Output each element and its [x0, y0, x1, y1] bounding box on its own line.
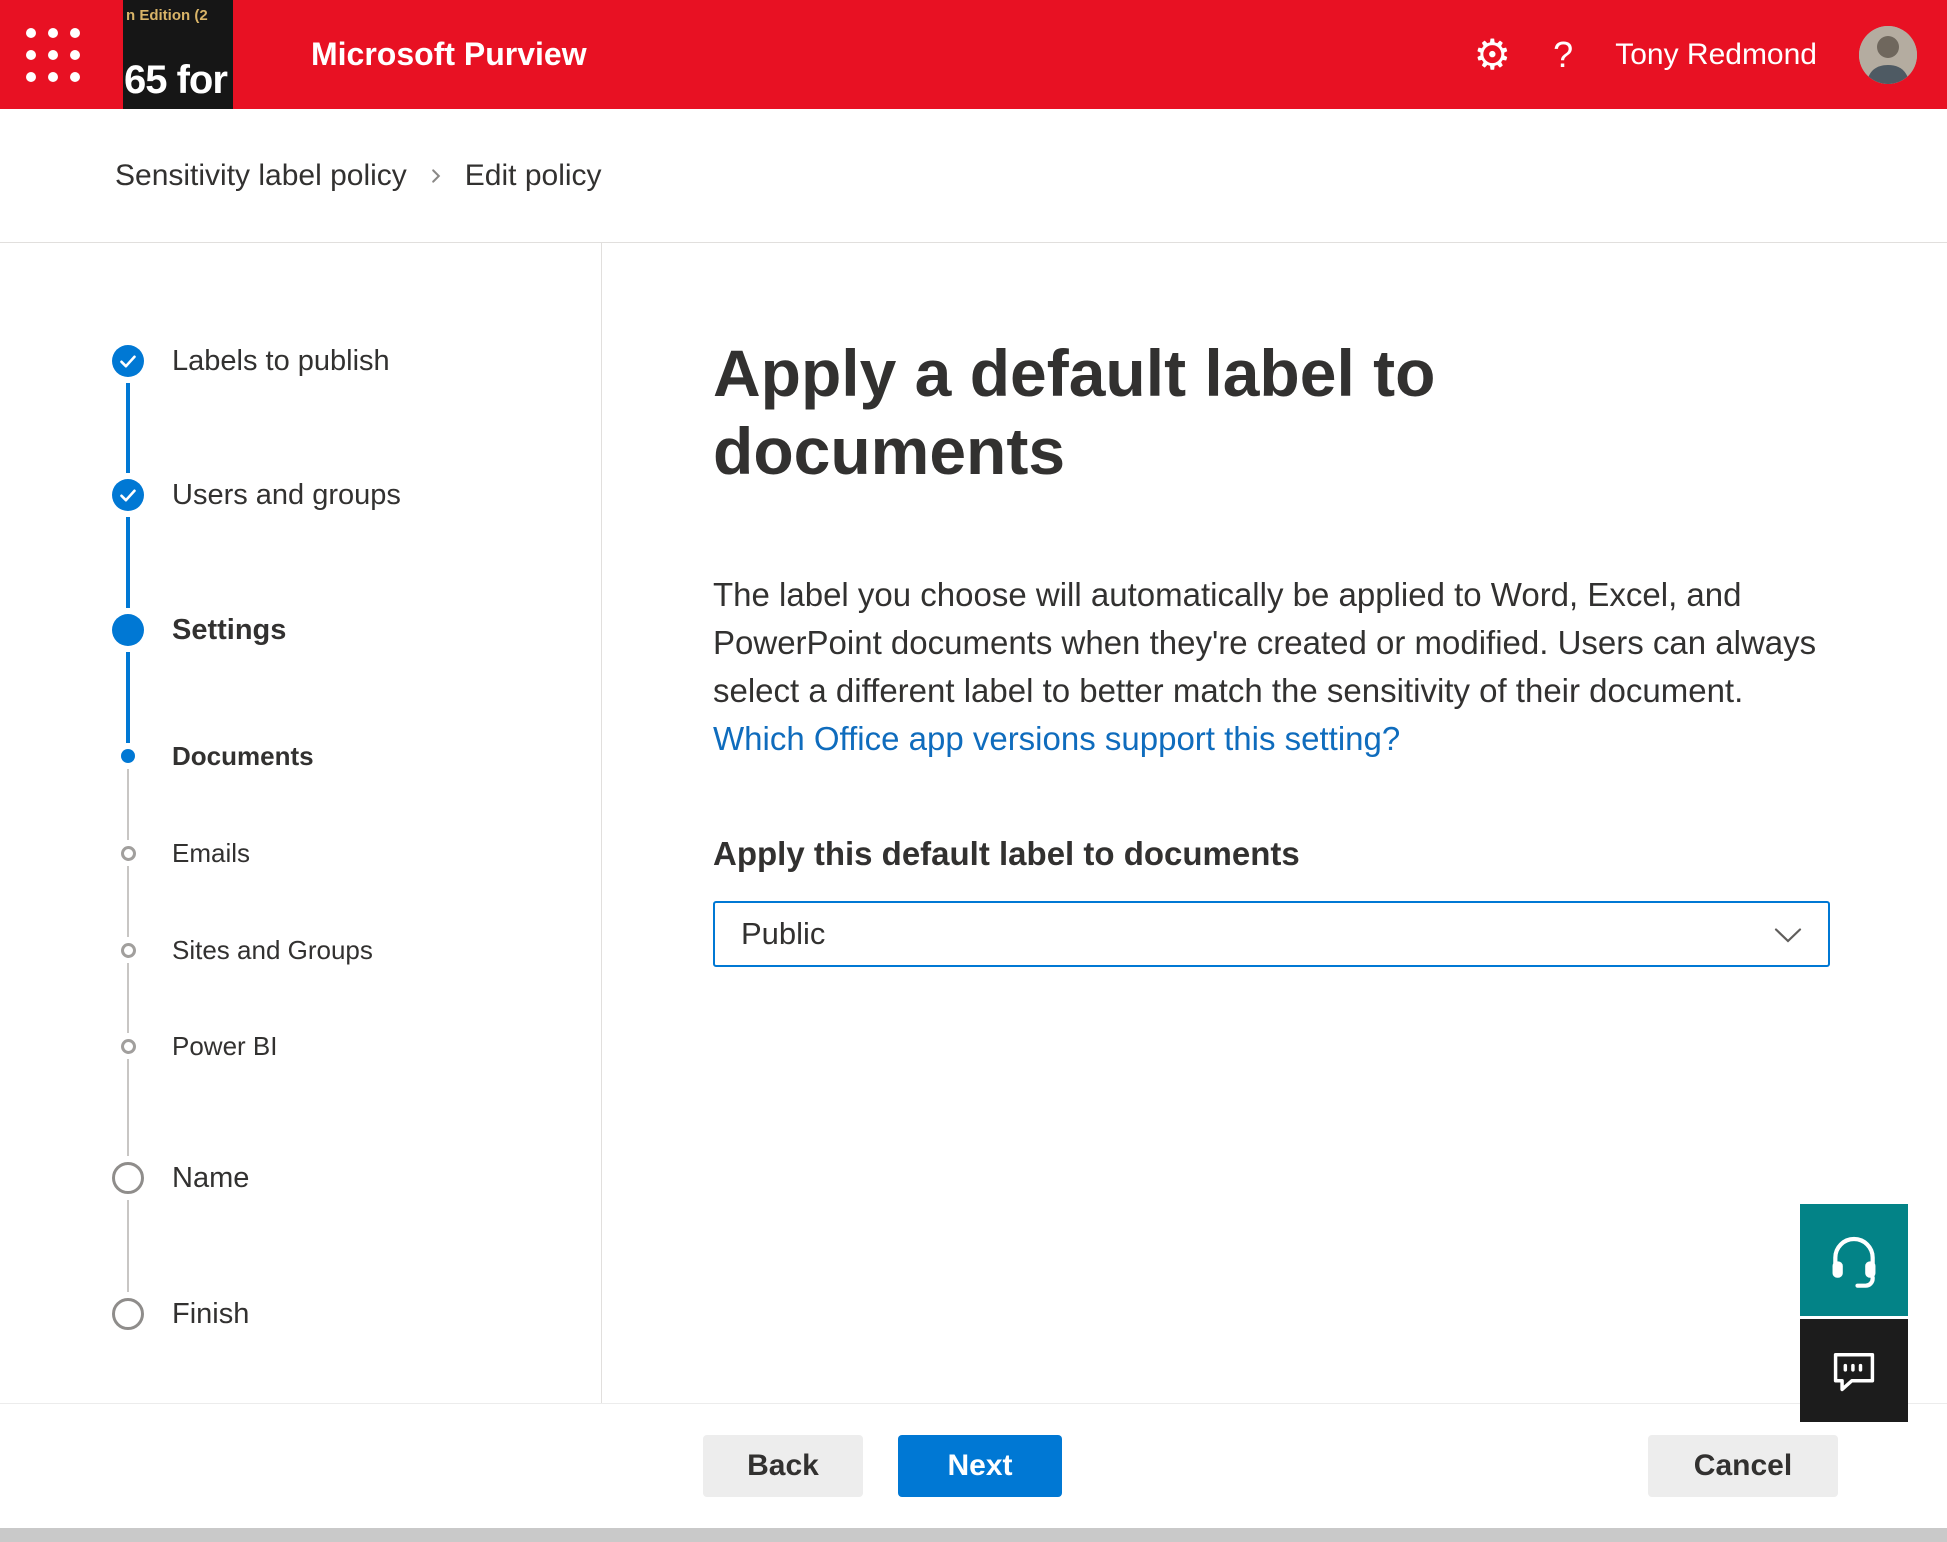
- connector-pending: [127, 963, 129, 1033]
- step-name[interactable]: Name: [111, 1161, 249, 1195]
- floating-help-widgets: [1800, 1204, 1908, 1422]
- breadcrumb-sensitivity-label-policy[interactable]: Sensitivity label policy: [115, 159, 407, 193]
- org-logo-text-top: n Edition (2: [126, 7, 208, 24]
- feedback-button[interactable]: [1800, 1319, 1908, 1422]
- settings-gear-icon[interactable]: ⚙: [1474, 34, 1512, 76]
- org-logo-text-main: 65 for: [124, 58, 227, 103]
- current-step-circle-icon: [111, 613, 145, 647]
- connector-complete: [126, 517, 130, 608]
- app-launcher-button[interactable]: [25, 0, 81, 109]
- breadcrumb-edit-policy: Edit policy: [465, 159, 602, 193]
- help-icon[interactable]: ?: [1553, 37, 1573, 73]
- step-label: Power BI: [172, 1031, 278, 1062]
- feedback-chat-icon: [1828, 1345, 1880, 1397]
- pending-step-circle-icon: [111, 1161, 145, 1195]
- step-label: Documents: [172, 741, 314, 772]
- top-bar-actions: ⚙ ? Tony Redmond: [1474, 26, 1947, 84]
- completed-step-check-icon: [111, 478, 145, 512]
- step-label: Emails: [172, 838, 250, 869]
- step-label: Labels to publish: [172, 345, 390, 378]
- org-logo[interactable]: n Edition (2 65 for: [123, 0, 233, 109]
- main-panel: Apply a default label to documents The l…: [602, 243, 1947, 1404]
- wizard-stepper: Labels to publish Users and groups Setti…: [0, 243, 602, 1404]
- step-emails[interactable]: Emails: [111, 836, 250, 870]
- step-users-and-groups[interactable]: Users and groups: [111, 478, 401, 512]
- step-label: Sites and Groups: [172, 935, 373, 966]
- current-substep-dot-icon: [111, 739, 145, 773]
- app-title: Microsoft Purview: [311, 36, 587, 73]
- step-finish[interactable]: Finish: [111, 1297, 249, 1331]
- default-label-dropdown[interactable]: Public: [713, 901, 1830, 967]
- back-button[interactable]: Back: [703, 1435, 863, 1497]
- step-sites-and-groups[interactable]: Sites and Groups: [111, 933, 373, 967]
- connector-pending: [127, 1200, 129, 1292]
- user-name: Tony Redmond: [1615, 38, 1817, 72]
- step-settings[interactable]: Settings: [111, 613, 286, 647]
- page-bottom-edge: [0, 1528, 1947, 1542]
- description-text: The label you choose will automatically …: [713, 576, 1816, 709]
- connector-pending: [127, 1059, 129, 1156]
- office-versions-link[interactable]: Which Office app versions support this s…: [713, 720, 1400, 757]
- connector-complete: [126, 383, 130, 473]
- connector-complete: [126, 652, 130, 743]
- pending-substep-ring-icon: [111, 836, 145, 870]
- step-label: Finish: [172, 1298, 249, 1331]
- avatar[interactable]: [1859, 26, 1917, 84]
- pending-step-circle-icon: [111, 1297, 145, 1331]
- next-button[interactable]: Next: [898, 1435, 1062, 1497]
- cancel-button[interactable]: Cancel: [1648, 1435, 1838, 1497]
- step-label: Name: [172, 1162, 249, 1195]
- headset-icon: [1826, 1232, 1882, 1288]
- chevron-right-icon: [427, 167, 445, 185]
- step-power-bi[interactable]: Power BI: [111, 1029, 278, 1063]
- support-headset-button[interactable]: [1800, 1204, 1908, 1316]
- completed-step-check-icon: [111, 344, 145, 378]
- chevron-down-icon: [1774, 916, 1802, 952]
- pending-substep-ring-icon: [111, 1029, 145, 1063]
- page-title: Apply a default label to documents: [713, 335, 1593, 491]
- page-description: The label you choose will automatically …: [713, 571, 1838, 763]
- default-label-field-label: Apply this default label to documents: [713, 835, 1947, 873]
- breadcrumb: Sensitivity label policy Edit policy: [0, 109, 1947, 243]
- top-bar: n Edition (2 65 for Microsoft Purview ⚙ …: [0, 0, 1947, 109]
- wizard-footer: Back Next Cancel: [0, 1404, 1947, 1528]
- avatar-photo: [1859, 26, 1917, 84]
- connector-pending: [127, 866, 129, 937]
- step-label: Settings: [172, 614, 286, 647]
- step-labels-to-publish[interactable]: Labels to publish: [111, 344, 390, 378]
- pending-substep-ring-icon: [111, 933, 145, 967]
- step-label: Users and groups: [172, 479, 401, 512]
- content-area: Labels to publish Users and groups Setti…: [0, 243, 1947, 1404]
- dropdown-selected-value: Public: [741, 916, 825, 952]
- waffle-icon: [26, 28, 80, 82]
- connector-pending: [127, 769, 129, 840]
- step-documents[interactable]: Documents: [111, 739, 314, 773]
